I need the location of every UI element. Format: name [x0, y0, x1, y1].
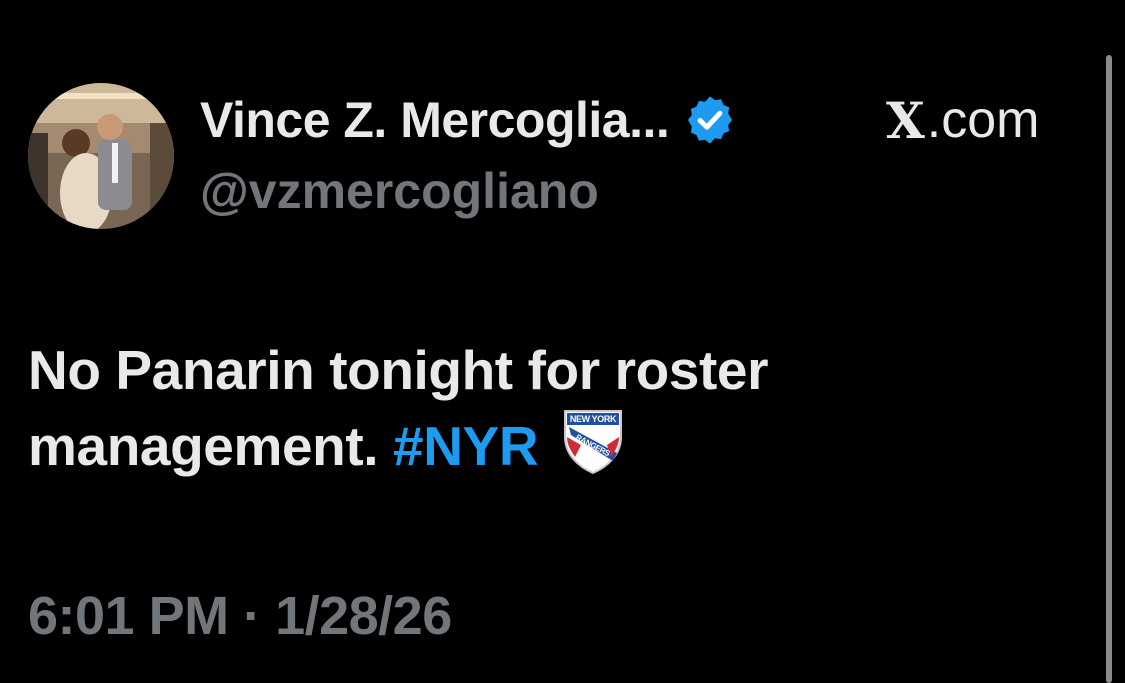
author-display-name[interactable]: Vince Z. Mercoglia...: [200, 91, 670, 149]
source-label: X .com: [886, 88, 1039, 152]
author-name-row: Vince Z. Mercoglia...: [200, 88, 737, 152]
tweet-timestamp[interactable]: 6:01 PM · 1/28/26: [28, 585, 452, 647]
logo-text-top: NEW YORK: [570, 414, 617, 424]
verified-badge-icon: [683, 93, 737, 147]
x-logo-icon: X: [886, 90, 925, 150]
tweet-text-line-1: No Panarin tonight for roster: [28, 339, 769, 401]
tweet-card: Vince Z. Mercoglia... X .com @vzmercoglia…: [0, 0, 1125, 683]
hashtag-link[interactable]: #NYR: [393, 415, 539, 477]
source-suffix: .com: [926, 91, 1040, 149]
scrollbar[interactable]: [1106, 55, 1112, 683]
tweet-text-line-2: management.: [28, 415, 379, 477]
author-handle[interactable]: @vzmercogliano: [200, 162, 599, 220]
tweet-text: No Panarin tonight for roster management…: [28, 333, 1028, 483]
avatar[interactable]: [28, 83, 174, 229]
new-york-rangers-logo-icon: NEW YORK RANGERS: [561, 407, 625, 475]
